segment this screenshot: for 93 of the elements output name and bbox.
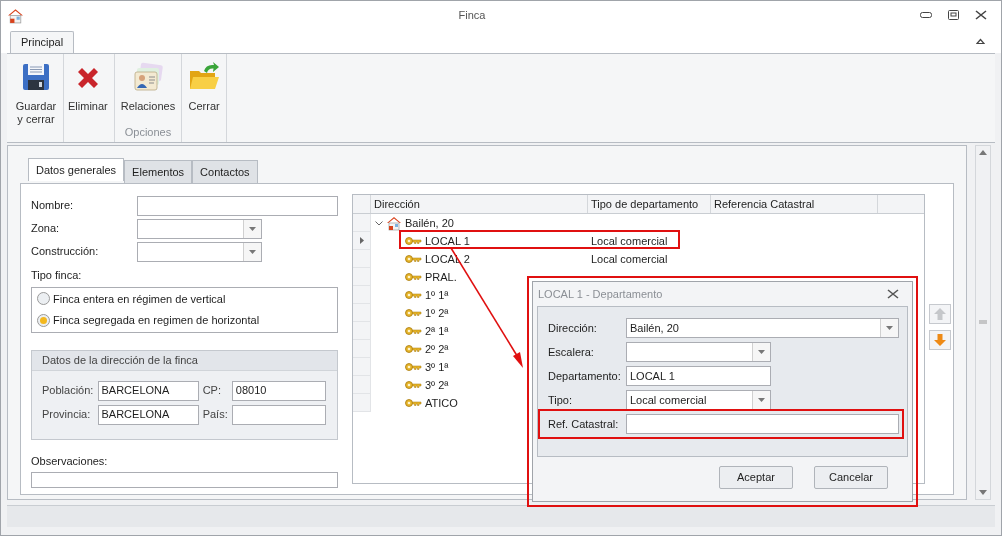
field-label: Ref. Catastral: — [548, 416, 620, 432]
move-up-button[interactable] — [929, 304, 951, 324]
group-label: Opciones — [123, 124, 173, 140]
dropdown-arrow-icon — [758, 350, 765, 354]
up-arrow-icon — [934, 308, 946, 320]
radio-label: Finca entera en régimen de vertical — [53, 291, 226, 307]
id-cards-icon — [131, 61, 164, 93]
field-label: Población: — [42, 383, 95, 399]
key-icon — [405, 236, 422, 246]
input-field[interactable] — [231, 404, 326, 425]
ribbon-tab[interactable]: Principal — [10, 31, 75, 53]
collapse-ribbon-icon[interactable] — [976, 38, 985, 45]
house-icon — [386, 215, 402, 231]
key-icon — [405, 326, 422, 336]
tab[interactable]: Contactos — [192, 160, 258, 183]
tree-node-label[interactable]: 2º 2ª — [425, 340, 449, 358]
dropdown-field[interactable] — [137, 218, 262, 239]
field-label: País: — [202, 407, 229, 423]
input-field[interactable]: BARCELONA — [97, 380, 199, 401]
dropdown-arrow-icon — [249, 226, 256, 231]
dropdown-arrow-icon — [249, 249, 256, 254]
row-indicator[interactable] — [353, 232, 371, 250]
key-icon — [405, 380, 422, 390]
tab[interactable]: Elementos — [124, 160, 193, 183]
tree-node-label[interactable]: 3º 1ª — [425, 358, 449, 376]
tab[interactable]: Datos generales — [28, 158, 125, 181]
table-cell-text: Local comercial — [590, 251, 668, 267]
field-label: Departamento: — [548, 368, 622, 384]
field-label: CP: — [202, 383, 222, 399]
ribbon-button[interactable]: Guardar y cerrar — [9, 54, 63, 142]
dialog-button[interactable]: Cancelar — [814, 466, 888, 489]
close-icon[interactable] — [975, 10, 987, 20]
scroll-grip-icon[interactable] — [979, 320, 987, 325]
field-label: Dirección: — [548, 320, 598, 336]
key-icon — [405, 308, 422, 318]
group-title: Datos de la dirección de la finca — [42, 352, 198, 368]
field-label: Observaciones: — [31, 453, 109, 469]
column-header[interactable]: Dirección — [371, 195, 588, 213]
key-icon — [405, 398, 422, 408]
dropdown-arrow-icon — [758, 398, 765, 402]
tree-node-label[interactable]: LOCAL 1 — [425, 232, 470, 250]
field-label: Nombre: — [31, 198, 75, 214]
ribbon-button[interactable]: Eliminar — [63, 54, 112, 142]
radio-label: Finca segregada en regimen de horizontal — [53, 313, 260, 328]
down-arrow-icon — [934, 334, 946, 346]
dropdown-field[interactable]: Bailén, 20 — [626, 318, 899, 338]
key-icon — [405, 362, 422, 372]
vertical-scrollbar[interactable] — [975, 145, 991, 500]
column-header[interactable]: Referencia Catastral — [711, 195, 878, 213]
house-icon — [7, 6, 24, 24]
dropdown-field[interactable]: Local comercial — [626, 390, 771, 410]
move-down-button[interactable] — [929, 330, 951, 350]
tree-node-label[interactable]: PRAL. — [425, 268, 457, 286]
input-field[interactable]: BARCELONA — [97, 404, 199, 425]
scroll-up-icon[interactable] — [979, 150, 987, 155]
input-field[interactable]: LOCAL 1 — [626, 366, 771, 386]
close-icon[interactable] — [887, 289, 899, 299]
key-icon — [405, 344, 422, 354]
radio-button[interactable] — [37, 292, 50, 306]
tree-node-label[interactable]: 3º 2ª — [425, 376, 449, 394]
field-label: Provincia: — [42, 407, 92, 423]
observaciones-field[interactable] — [31, 472, 338, 488]
key-icon — [405, 290, 422, 300]
dropdown-arrow-icon — [886, 326, 893, 330]
dropdown-field[interactable] — [137, 241, 262, 262]
key-icon — [405, 272, 422, 282]
radio-button[interactable] — [37, 313, 50, 327]
tree-node-label[interactable]: 2ª 1ª — [425, 322, 449, 340]
field-label: Construcción: — [31, 244, 100, 260]
ribbon-button[interactable]: Relaciones — [116, 54, 180, 124]
scroll-down-icon[interactable] — [979, 490, 987, 495]
input-field[interactable] — [626, 414, 899, 434]
input-field[interactable]: 08010 — [231, 380, 326, 401]
tree-node-label[interactable]: Bailén, 20 — [405, 214, 454, 232]
dialog-button[interactable]: Aceptar — [719, 466, 793, 489]
ribbon-button[interactable]: Cerrar — [184, 54, 225, 142]
table-cell-text: Local comercial — [590, 233, 668, 249]
dropdown-field[interactable] — [626, 342, 771, 362]
tree-node-label[interactable]: 1º 2ª — [425, 304, 449, 322]
dialog-title: LOCAL 1 - Departamento — [538, 286, 663, 302]
key-icon — [405, 254, 422, 264]
tree-node-label[interactable]: ATICO — [425, 394, 458, 412]
field-label: Tipo finca: — [31, 268, 83, 283]
restore-icon[interactable] — [948, 10, 959, 20]
window-title: Finca — [457, 7, 487, 23]
expand-chevron-icon[interactable] — [375, 220, 383, 226]
column-header[interactable]: Tipo de departamento — [588, 195, 711, 213]
minimize-icon[interactable] — [920, 12, 932, 18]
field-label: Escalera: — [548, 344, 595, 360]
tree-node-label[interactable]: 1º 1ª — [425, 286, 449, 304]
field-label: Zona: — [31, 221, 61, 237]
input-field[interactable] — [137, 195, 338, 216]
field-label: Tipo: — [548, 392, 574, 408]
